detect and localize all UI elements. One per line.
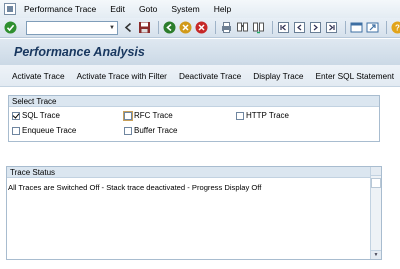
chevron-down-icon[interactable]: ▼ [107, 22, 117, 34]
previous-page-icon[interactable] [293, 21, 306, 34]
deactivate-trace-button[interactable]: Deactivate Trace [179, 71, 241, 81]
buffer-trace-checkbox[interactable]: Buffer Trace [124, 126, 177, 135]
menu-edit[interactable]: Edit [110, 4, 125, 14]
select-trace-group: Select Trace SQL Trace RFC Trace HTTP Tr… [8, 95, 380, 142]
help-icon[interactable]: ? [391, 21, 400, 34]
first-page-icon[interactable] [277, 21, 290, 34]
checkbox-box[interactable] [12, 111, 20, 120]
next-page-icon[interactable] [309, 21, 322, 34]
save-icon[interactable] [138, 21, 151, 34]
activate-trace-button[interactable]: Activate Trace [12, 71, 65, 81]
checkbox-box[interactable] [12, 126, 20, 135]
cancel-icon[interactable] [195, 21, 208, 34]
checkbox-box[interactable] [124, 126, 132, 135]
command-field[interactable]: ▼ [26, 20, 118, 35]
select-trace-title: Select Trace [9, 96, 379, 107]
create-session-icon[interactable] [350, 21, 363, 34]
enqueue-trace-checkbox[interactable]: Enqueue Trace [12, 126, 76, 135]
page-title: Performance Analysis [14, 45, 145, 59]
toolbar-separator [386, 21, 387, 34]
exit-icon[interactable] [179, 21, 192, 34]
menu-help[interactable]: Help [214, 4, 231, 14]
toolbar-separator [345, 21, 346, 34]
rfc-trace-label: RFC Trace [134, 111, 173, 120]
find-next-icon[interactable] [252, 21, 265, 34]
enqueue-trace-label: Enqueue Trace [22, 126, 77, 135]
menu-system[interactable]: System [171, 4, 199, 14]
checkbox-box[interactable] [123, 110, 133, 121]
application-toolbar: Activate Trace Activate Trace with Filte… [0, 65, 400, 87]
buffer-trace-label: Buffer Trace [134, 126, 178, 135]
scroll-thumb[interactable] [371, 178, 381, 188]
sap-menu-icon[interactable] [4, 3, 16, 15]
enter-icon[interactable] [4, 21, 17, 34]
sql-trace-checkbox[interactable]: SQL Trace [12, 111, 60, 120]
last-page-icon[interactable] [325, 21, 338, 34]
vertical-scrollbar[interactable]: ▼ [370, 167, 381, 259]
shortcut-icon[interactable] [366, 21, 379, 34]
back-arrow-icon[interactable] [122, 21, 135, 34]
toolbar-separator [158, 21, 159, 34]
menu-goto[interactable]: Goto [139, 4, 157, 14]
scroll-down-icon[interactable]: ▼ [371, 250, 381, 259]
rfc-trace-checkbox[interactable]: RFC Trace [123, 110, 173, 121]
trace-status-panel: Trace Status All Traces are Switched Off… [6, 166, 382, 260]
svg-text:?: ? [395, 24, 400, 33]
standard-toolbar: ▼ ? [0, 18, 400, 38]
menu-bar: Performance Trace Edit Goto System Help [0, 0, 400, 18]
activate-trace-with-filter-button[interactable]: Activate Trace with Filter [77, 71, 167, 81]
find-icon[interactable] [236, 21, 249, 34]
trace-status-title: Trace Status [7, 167, 381, 178]
title-bar: Performance Analysis [0, 39, 400, 65]
toolbar-separator [272, 21, 273, 34]
command-input[interactable] [27, 21, 107, 34]
toolbar-separator [215, 21, 216, 34]
trace-status-text: All Traces are Switched Off - Stack trac… [8, 183, 262, 192]
checkbox-box[interactable] [236, 111, 244, 120]
enter-sql-statement-button[interactable]: Enter SQL Statement [315, 71, 394, 81]
http-trace-checkbox[interactable]: HTTP Trace [236, 111, 289, 120]
menu-performance-trace[interactable]: Performance Trace [24, 4, 96, 14]
print-icon[interactable] [220, 21, 233, 34]
back-icon[interactable] [163, 21, 176, 34]
scroll-up-icon[interactable] [371, 167, 381, 176]
display-trace-button[interactable]: Display Trace [253, 71, 303, 81]
http-trace-label: HTTP Trace [246, 111, 289, 120]
sql-trace-label: SQL Trace [22, 111, 60, 120]
